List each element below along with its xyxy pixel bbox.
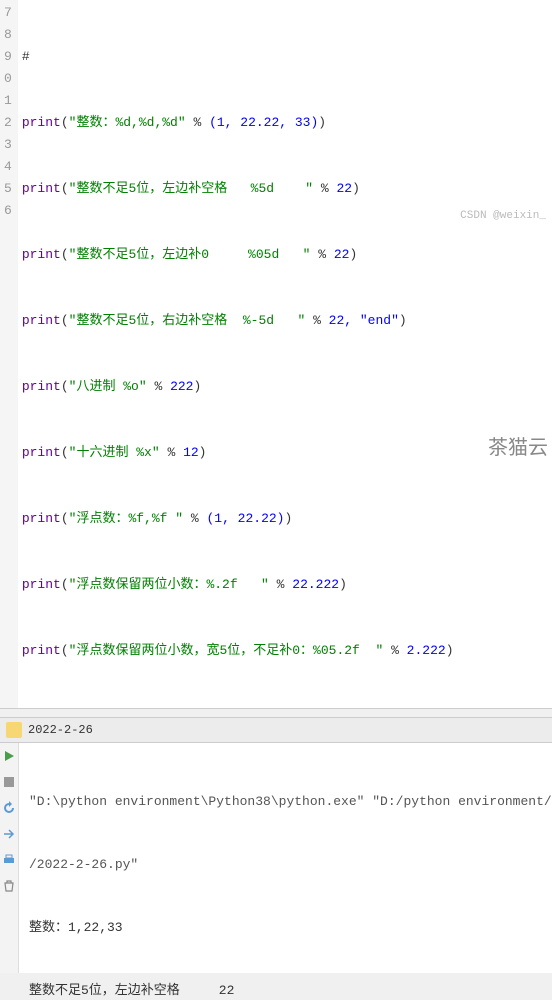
line-num: 5 (4, 178, 12, 200)
code-line: print("整数不足5位，左边补空格 %5d " % 22) (22, 178, 454, 200)
trash-icon[interactable] (0, 877, 18, 895)
run-tab-bar: 2022-2-26 (0, 717, 552, 743)
code-line: print("整数不足5位，左边补0 %05d " % 22) (22, 244, 454, 266)
line-num: 7 (4, 2, 12, 24)
line-num: 4 (4, 156, 12, 178)
step-icon[interactable] (0, 825, 18, 843)
watermark-text: 茶猫云 (488, 431, 548, 460)
code-line: print("浮点数保留两位小数，宽5位，不足补0：%05.2f " % 2.2… (22, 640, 454, 662)
code-line: print("浮点数保留两位小数：%.2f " % 22.222) (22, 574, 454, 596)
run-panel: "D:\python environment\Python38\python.e… (0, 743, 552, 973)
line-num: 6 (4, 200, 12, 222)
line-num: 2 (4, 112, 12, 134)
command-line: /2022-2-26.py" (29, 854, 552, 875)
line-gutter: 7 8 9 0 1 2 3 4 5 6 (0, 0, 18, 708)
rerun-icon[interactable] (0, 799, 18, 817)
play-icon[interactable] (0, 747, 18, 765)
python-file-icon (6, 722, 22, 738)
output-line: 整数不足5位，左边补空格 22 (29, 980, 552, 1000)
line-num: 9 (4, 46, 12, 68)
code-line: print("浮点数：%f,%f " % (1, 22.22)) (22, 508, 454, 530)
line-num: 3 (4, 134, 12, 156)
console-output[interactable]: "D:\python environment\Python38\python.e… (19, 743, 552, 973)
csdn-watermark: CSDN @weixin_ (460, 210, 546, 222)
code-line: print("八进制 %o" % 222) (22, 376, 454, 398)
line-num: 1 (4, 90, 12, 112)
line-num: 8 (4, 24, 12, 46)
stop-icon[interactable] (0, 773, 18, 791)
code-line: print("整数不足5位，右边补空格 %-5d " % 22, "end") (22, 310, 454, 332)
code-line: print("十六进制 %x" % 12) (22, 442, 454, 464)
run-tab-label[interactable]: 2022-2-26 (28, 723, 93, 737)
command-line: "D:\python environment\Python38\python.e… (29, 791, 552, 812)
print-icon[interactable] (0, 851, 18, 869)
line-num: 0 (4, 68, 12, 90)
run-toolbar (0, 743, 19, 973)
code-comment: # (22, 49, 30, 64)
code-editor[interactable]: 7 8 9 0 1 2 3 4 5 6 # print("整数：%d,%d,%d… (0, 0, 552, 709)
code-area[interactable]: # print("整数：%d,%d,%d" % (1, 22.22, 33)) … (18, 0, 458, 708)
code-line: print("整数：%d,%d,%d" % (1, 22.22, 33)) (22, 112, 454, 134)
output-line: 整数：1,22,33 (29, 917, 552, 938)
